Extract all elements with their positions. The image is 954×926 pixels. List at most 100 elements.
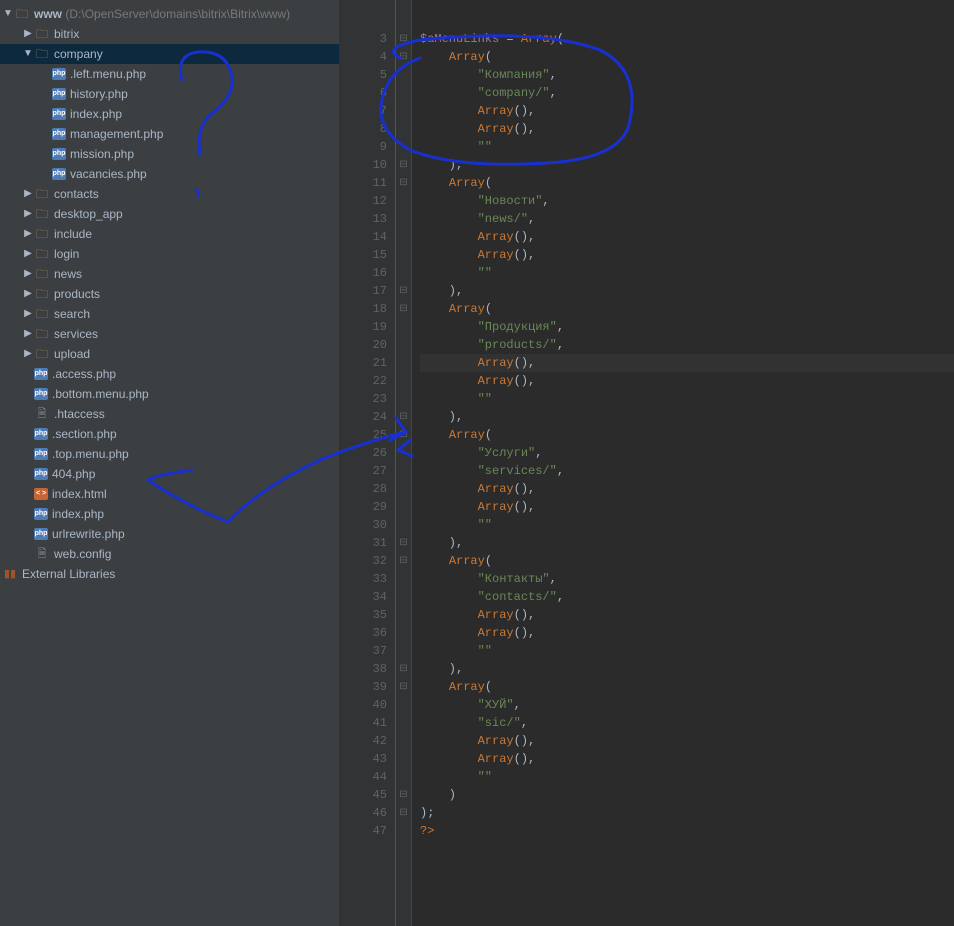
- code-line[interactable]: ),: [420, 660, 954, 678]
- tree-item[interactable]: php.top.menu.php: [0, 444, 339, 464]
- tree-item[interactable]: ▶🗀products: [0, 284, 339, 304]
- line-number[interactable]: 37: [340, 642, 395, 660]
- line-gutter[interactable]: 3456789101112131415161718192021222324252…: [340, 0, 396, 926]
- tree-item[interactable]: ▼🗀company: [0, 44, 339, 64]
- code-line[interactable]: "Новости",: [420, 192, 954, 210]
- code-line[interactable]: "": [420, 138, 954, 156]
- line-number[interactable]: 45: [340, 786, 395, 804]
- line-number[interactable]: 28: [340, 480, 395, 498]
- line-number[interactable]: 17: [340, 282, 395, 300]
- line-number[interactable]: 13: [340, 210, 395, 228]
- fold-toggle-icon[interactable]: ⊟: [396, 552, 411, 570]
- code-line[interactable]: $aMenuLinks = Array(: [420, 30, 954, 48]
- line-number[interactable]: 40: [340, 696, 395, 714]
- code-line[interactable]: Array(),: [420, 750, 954, 768]
- code-line[interactable]: Array(),: [420, 624, 954, 642]
- arrow-right-icon[interactable]: ▶: [22, 284, 34, 304]
- code-line[interactable]: "": [420, 264, 954, 282]
- line-number[interactable]: 4: [340, 48, 395, 66]
- fold-toggle-icon[interactable]: ⊟: [396, 174, 411, 192]
- code-line[interactable]: ): [420, 786, 954, 804]
- tree-item[interactable]: < >index.html: [0, 484, 339, 504]
- line-number[interactable]: 47: [340, 822, 395, 840]
- code-line[interactable]: ),: [420, 408, 954, 426]
- project-tree[interactable]: ▼ 🗀 www (D:\OpenServer\domains\bitrix\Bi…: [0, 0, 340, 926]
- tree-item[interactable]: ▶🗀news: [0, 264, 339, 284]
- code-line[interactable]: "Контакты",: [420, 570, 954, 588]
- code-line[interactable]: "company/",: [420, 84, 954, 102]
- tree-item[interactable]: ▶🗀contacts: [0, 184, 339, 204]
- tree-item[interactable]: ▶🗀search: [0, 304, 339, 324]
- code-line[interactable]: Array(),: [420, 354, 954, 372]
- line-number[interactable]: 21: [340, 354, 395, 372]
- code-line[interactable]: "contacts/",: [420, 588, 954, 606]
- line-number[interactable]: 14: [340, 228, 395, 246]
- line-number[interactable]: 22: [340, 372, 395, 390]
- fold-toggle-icon[interactable]: ⊟: [396, 300, 411, 318]
- fold-toggle-icon[interactable]: ⊟: [396, 678, 411, 696]
- line-number[interactable]: 35: [340, 606, 395, 624]
- line-number[interactable]: 9: [340, 138, 395, 156]
- code-line[interactable]: Array(: [420, 300, 954, 318]
- arrow-right-icon[interactable]: ▶: [22, 304, 34, 324]
- line-number[interactable]: 23: [340, 390, 395, 408]
- line-number[interactable]: 15: [340, 246, 395, 264]
- code-line[interactable]: "Компания",: [420, 66, 954, 84]
- code-line[interactable]: "news/",: [420, 210, 954, 228]
- arrow-right-icon[interactable]: ▶: [22, 184, 34, 204]
- code-line[interactable]: Array(),: [420, 120, 954, 138]
- code-line[interactable]: "sic/",: [420, 714, 954, 732]
- code-editor[interactable]: 3456789101112131415161718192021222324252…: [340, 0, 954, 926]
- arrow-right-icon[interactable]: ▶: [22, 24, 34, 44]
- tree-item[interactable]: ▶🗀desktop_app: [0, 204, 339, 224]
- line-number[interactable]: 3: [340, 30, 395, 48]
- arrow-right-icon[interactable]: ▶: [22, 244, 34, 264]
- fold-column[interactable]: ⊟⊟⊟⊟⊟⊟⊟⊟⊟⊟⊟⊟⊟⊟: [396, 0, 412, 926]
- line-number[interactable]: 42: [340, 732, 395, 750]
- line-number[interactable]: 41: [340, 714, 395, 732]
- fold-toggle-icon[interactable]: ⊟: [396, 804, 411, 822]
- line-number[interactable]: 46: [340, 804, 395, 822]
- arrow-right-icon[interactable]: ▶: [22, 224, 34, 244]
- code-line[interactable]: "services/",: [420, 462, 954, 480]
- line-number[interactable]: 43: [340, 750, 395, 768]
- code-line[interactable]: "products/",: [420, 336, 954, 354]
- tree-item[interactable]: phpmanagement.php: [0, 124, 339, 144]
- line-number[interactable]: 32: [340, 552, 395, 570]
- line-number[interactable]: 24: [340, 408, 395, 426]
- tree-item[interactable]: phpurlrewrite.php: [0, 524, 339, 544]
- code-line[interactable]: "": [420, 390, 954, 408]
- line-number[interactable]: 38: [340, 660, 395, 678]
- line-number[interactable]: 29: [340, 498, 395, 516]
- tree-item[interactable]: php.access.php: [0, 364, 339, 384]
- code-line[interactable]: ?>: [420, 822, 954, 840]
- line-number[interactable]: 44: [340, 768, 395, 786]
- arrow-right-icon[interactable]: ▶: [22, 324, 34, 344]
- code-line[interactable]: );: [420, 804, 954, 822]
- code-line[interactable]: Array(),: [420, 732, 954, 750]
- code-line[interactable]: Array(),: [420, 102, 954, 120]
- tree-item[interactable]: ▶🗀login: [0, 244, 339, 264]
- tree-item[interactable]: ▶🗀include: [0, 224, 339, 244]
- arrow-down-icon[interactable]: ▼: [22, 44, 34, 64]
- line-number[interactable]: 25: [340, 426, 395, 444]
- line-number[interactable]: 11: [340, 174, 395, 192]
- external-libraries[interactable]: ▮▮ External Libraries: [0, 564, 339, 584]
- fold-toggle-icon[interactable]: ⊟: [396, 30, 411, 48]
- code-line[interactable]: "ХУЙ",: [420, 696, 954, 714]
- line-number[interactable]: 27: [340, 462, 395, 480]
- tree-item[interactable]: 🗎web.config: [0, 544, 339, 564]
- fold-toggle-icon[interactable]: ⊟: [396, 786, 411, 804]
- fold-toggle-icon[interactable]: ⊟: [396, 156, 411, 174]
- code-line[interactable]: "Услуги",: [420, 444, 954, 462]
- line-number[interactable]: 16: [340, 264, 395, 282]
- tree-item[interactable]: 🗎.htaccess: [0, 404, 339, 424]
- tree-item[interactable]: ▶🗀services: [0, 324, 339, 344]
- line-number[interactable]: 31: [340, 534, 395, 552]
- line-number[interactable]: 34: [340, 588, 395, 606]
- line-number[interactable]: 36: [340, 624, 395, 642]
- fold-toggle-icon[interactable]: ⊟: [396, 408, 411, 426]
- line-number[interactable]: 19: [340, 318, 395, 336]
- tree-item[interactable]: ▶🗀bitrix: [0, 24, 339, 44]
- code-line[interactable]: ),: [420, 282, 954, 300]
